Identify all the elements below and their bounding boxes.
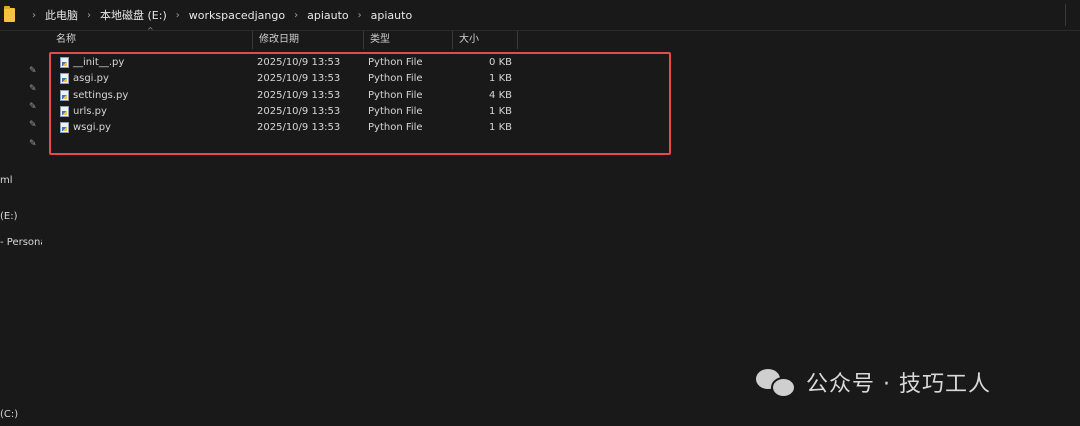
breadcrumb: › 此电脑 › 本地磁盘 (E:) › workspacedjango › ap… (0, 6, 412, 24)
file-explorer-window: › 此电脑 › 本地磁盘 (E:) › workspacedjango › ap… (0, 0, 1080, 426)
navigation-pane: ✎ ✎ ✎ ✎ ✎ ml (E:) - Persona (C:) (0, 31, 42, 426)
pin-icon: ✎ (29, 139, 37, 149)
column-header-row: 名称 修改日期 类型 大小 (50, 31, 518, 49)
watermark: 公众号 · 技巧工人 (756, 364, 991, 400)
pin-icon: ✎ (29, 102, 37, 112)
column-header-modified[interactable]: 修改日期 (253, 31, 364, 49)
column-header-type[interactable]: 类型 (364, 31, 453, 49)
breadcrumb-workspacedjango[interactable]: workspacedjango (189, 9, 285, 22)
nav-item-personal[interactable]: - Persona (0, 237, 42, 248)
breadcrumb-apiauto[interactable]: apiauto (307, 9, 349, 22)
breadcrumb-local-disk[interactable]: 本地磁盘 (E:) (100, 7, 167, 23)
chevron-right-icon[interactable]: › (32, 10, 36, 21)
watermark-text: 公众号 · 技巧工人 (806, 372, 991, 397)
highlight-box (49, 52, 671, 155)
breadcrumb-apiauto-current[interactable]: apiauto (371, 9, 413, 22)
address-bar[interactable]: › 此电脑 › 本地磁盘 (E:) › workspacedjango › ap… (0, 0, 1080, 31)
chevron-right-icon[interactable]: › (294, 10, 298, 21)
chevron-right-icon[interactable]: › (176, 10, 180, 21)
address-bar-edge (1065, 4, 1080, 26)
pin-icon: ✎ (29, 66, 37, 76)
folder-icon (4, 6, 15, 22)
nav-item-drive-e[interactable]: (E:) (0, 211, 18, 222)
nav-item-drive-c[interactable]: (C:) (0, 409, 18, 420)
wechat-icon (756, 367, 796, 398)
nav-item-label[interactable]: ml (0, 175, 13, 186)
column-header-size[interactable]: 大小 (453, 31, 518, 49)
pin-icon: ✎ (29, 84, 37, 94)
breadcrumb-this-pc[interactable]: 此电脑 (45, 7, 78, 23)
pin-icon: ✎ (29, 120, 37, 130)
column-header-name[interactable]: 名称 (50, 31, 253, 49)
chevron-right-icon[interactable]: › (87, 10, 91, 21)
chevron-right-icon[interactable]: › (358, 10, 362, 21)
